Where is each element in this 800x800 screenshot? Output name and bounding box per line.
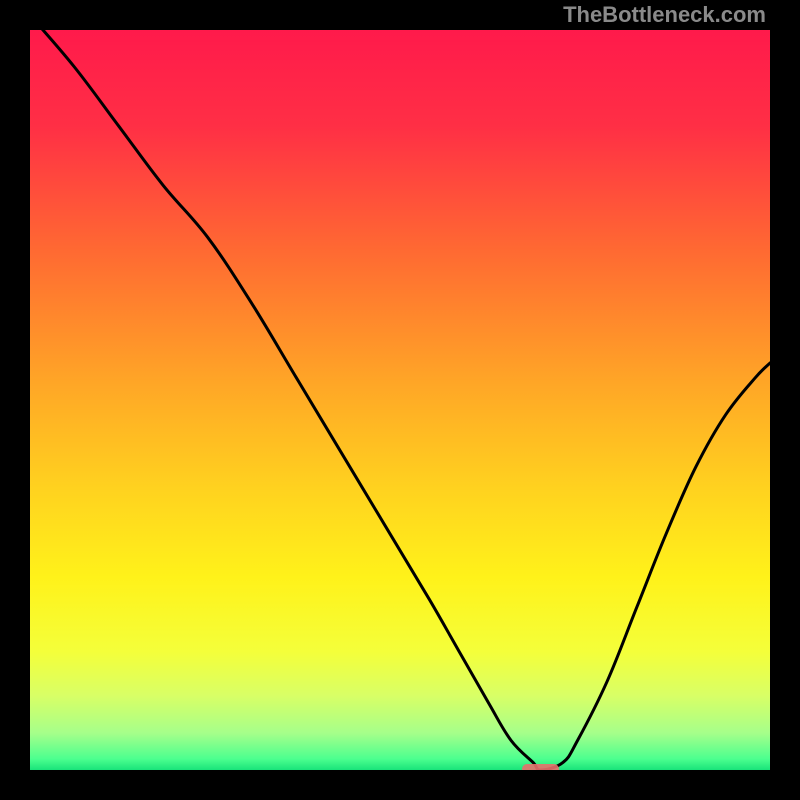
chart-frame: TheBottleneck.com bbox=[0, 0, 800, 800]
gradient-background bbox=[30, 30, 770, 770]
plot-area bbox=[30, 30, 770, 770]
watermark-label: TheBottleneck.com bbox=[563, 2, 766, 28]
